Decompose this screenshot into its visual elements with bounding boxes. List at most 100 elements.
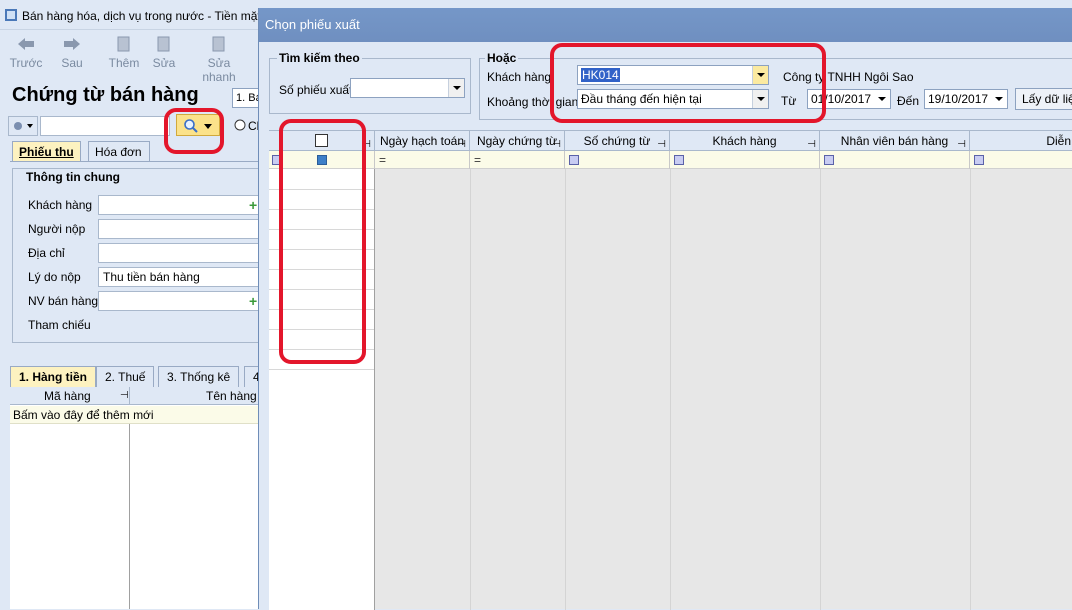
- reason-field[interactable]: Thu tiền bán hàng: [98, 267, 264, 287]
- quick-edit-label: Sửa nhanh: [202, 56, 236, 84]
- address-field[interactable]: [98, 243, 264, 263]
- to-date-picker[interactable]: 19/10/2017: [924, 89, 1008, 109]
- or-legend: Hoặc: [485, 51, 519, 65]
- col-salesperson-label: Nhân viên bán hàng: [840, 134, 949, 148]
- col-description-label: Diễn: [1046, 134, 1071, 148]
- filter-icon: [974, 155, 984, 165]
- col-customer-label: Khách hàng: [712, 134, 777, 148]
- window-titlebar: Bán hàng hóa, dịch vụ trong nước - Tiền …: [0, 0, 262, 30]
- filter-icon: [674, 155, 684, 165]
- customer-field-label: Khách hàng: [28, 198, 93, 212]
- to-label: Đến: [897, 94, 920, 108]
- tab-items[interactable]: 1. Hàng tiền: [10, 366, 97, 387]
- col-posting-date[interactable]: Ngày hạch toán ⊣: [375, 131, 470, 151]
- payer-field[interactable]: [98, 219, 264, 239]
- highlight-select-column: [279, 119, 366, 364]
- page-title: Chứng từ bán hàng: [12, 84, 199, 106]
- salesperson-field-label: NV bán hàng: [28, 294, 99, 308]
- previous-button[interactable]: Trước: [6, 34, 46, 72]
- col-description[interactable]: Diễn: [970, 131, 1072, 151]
- address-field-label: Địa chỉ: [28, 246, 65, 260]
- col-document-date-label: Ngày chứng từ: [476, 134, 558, 148]
- col-divider: [129, 387, 130, 405]
- arrow-left-icon: [18, 38, 34, 50]
- voucher-number-label: Số phiếu xuất: [279, 83, 353, 97]
- voucher-grid-header: ⊣ Ngày hạch toán ⊣ Ngày chứng từ ⊣ Số chứn…: [269, 131, 1072, 151]
- customer-label: Khách hàng: [487, 70, 552, 84]
- chevron-down-icon: [448, 79, 464, 97]
- pin-icon: ⊣: [457, 139, 466, 150]
- highlight-filter-fields: [550, 43, 826, 123]
- tab-receipt[interactable]: Phiếu thu: [12, 141, 81, 161]
- chevron-down-icon: [991, 90, 1007, 108]
- reference-label: Tham chiếu: [28, 318, 91, 332]
- dialog-title: Chọn phiếu xuất: [259, 8, 1072, 42]
- filter-icon: [569, 155, 579, 165]
- filter-cell-salesperson[interactable]: [820, 151, 970, 169]
- add-label: Thêm: [108, 56, 140, 70]
- next-label: Sau: [61, 56, 83, 70]
- col-customer[interactable]: Khách hàng ⊣: [670, 131, 820, 151]
- filter-cell-document-number[interactable]: [565, 151, 670, 169]
- add-document-icon: [117, 36, 130, 52]
- next-button[interactable]: Sau: [52, 34, 92, 72]
- col-document-number[interactable]: Số chứng từ ⊣: [565, 131, 670, 151]
- search-by-legend: Tìm kiếm theo: [277, 51, 362, 65]
- previous-label: Trước: [9, 56, 43, 70]
- filter-cell-customer[interactable]: [670, 151, 820, 169]
- col-posting-date-label: Ngày hạch toán: [379, 134, 465, 148]
- tab-stats[interactable]: 3. Thống kê: [158, 366, 240, 387]
- edit-label: Sửa: [152, 56, 176, 70]
- arrow-right-icon: [64, 38, 80, 50]
- col-divider: [129, 424, 130, 609]
- salesperson-field[interactable]: +: [98, 291, 264, 311]
- tab-tax[interactable]: 2. Thuế: [96, 366, 155, 387]
- add-row-text: Bấm vào đây để thêm mới: [13, 408, 154, 422]
- general-info-legend: Thông tin chung: [24, 170, 122, 184]
- pin-icon: ⊣: [957, 139, 966, 150]
- pin-icon: ⊣: [120, 390, 129, 401]
- items-grid-header: Mã hàng ⊣ Tên hàng: [10, 387, 262, 405]
- filter-icon: [824, 155, 834, 165]
- pin-icon: ⊣: [657, 139, 666, 150]
- to-date-value: 19/10/2017: [928, 92, 989, 106]
- col-divider: [670, 169, 671, 610]
- quick-edit-button[interactable]: Sửa nhanh: [190, 34, 248, 84]
- voucher-search-input[interactable]: [40, 116, 170, 136]
- chevron-down-icon: [874, 90, 890, 108]
- col-item-name: Tên hàng: [206, 389, 257, 403]
- pin-icon: ⊣: [807, 139, 816, 150]
- search-options-button[interactable]: [8, 116, 38, 136]
- col-divider: [820, 169, 821, 610]
- filter-row: = =: [269, 151, 1072, 169]
- tab-divider: [10, 161, 262, 162]
- radio-button[interactable]: [234, 119, 246, 131]
- sales-voucher-window: Bán hàng hóa, dịch vụ trong nước - Tiền …: [0, 0, 264, 609]
- window-title: Bán hàng hóa, dịch vụ trong nước - Tiền …: [22, 9, 261, 23]
- filter-cell-description[interactable]: [970, 151, 1072, 169]
- highlight-search-button: [164, 108, 224, 154]
- load-data-button[interactable]: Lấy dữ liệ: [1015, 88, 1072, 110]
- col-divider: [565, 169, 566, 610]
- items-grid: Mã hàng ⊣ Tên hàng Bấm vào đây để thêm m…: [10, 387, 262, 609]
- app-icon: [5, 9, 17, 21]
- edit-button[interactable]: Sửa: [144, 34, 184, 72]
- col-document-date[interactable]: Ngày chứng từ ⊣: [470, 131, 565, 151]
- add-button[interactable]: Thêm: [104, 34, 144, 72]
- filter-cell-posting-date[interactable]: =: [375, 151, 470, 169]
- voucher-grid: ⊣ Ngày hạch toán ⊣ Ngày chứng từ ⊣ Số chứn…: [269, 130, 1072, 610]
- col-salesperson[interactable]: Nhân viên bán hàng ⊣: [820, 131, 970, 151]
- voucher-number-select[interactable]: [350, 78, 465, 98]
- col-divider: [970, 169, 971, 610]
- settings-dropdown-icon: [14, 122, 33, 130]
- filter-cell-document-date[interactable]: =: [470, 151, 565, 169]
- col-item-code: Mã hàng: [44, 389, 91, 403]
- col-document-number-label: Số chứng từ: [583, 134, 651, 148]
- payer-field-label: Người nộp: [28, 222, 86, 236]
- add-row[interactable]: Bấm vào đây để thêm mới: [10, 406, 262, 424]
- reason-field-label: Lý do nộp: [28, 270, 81, 284]
- reason-field-value: Thu tiền bán hàng: [103, 270, 200, 284]
- pin-icon: ⊣: [552, 139, 561, 150]
- customer-field[interactable]: +: [98, 195, 264, 215]
- tab-invoice[interactable]: Hóa đơn: [88, 141, 150, 161]
